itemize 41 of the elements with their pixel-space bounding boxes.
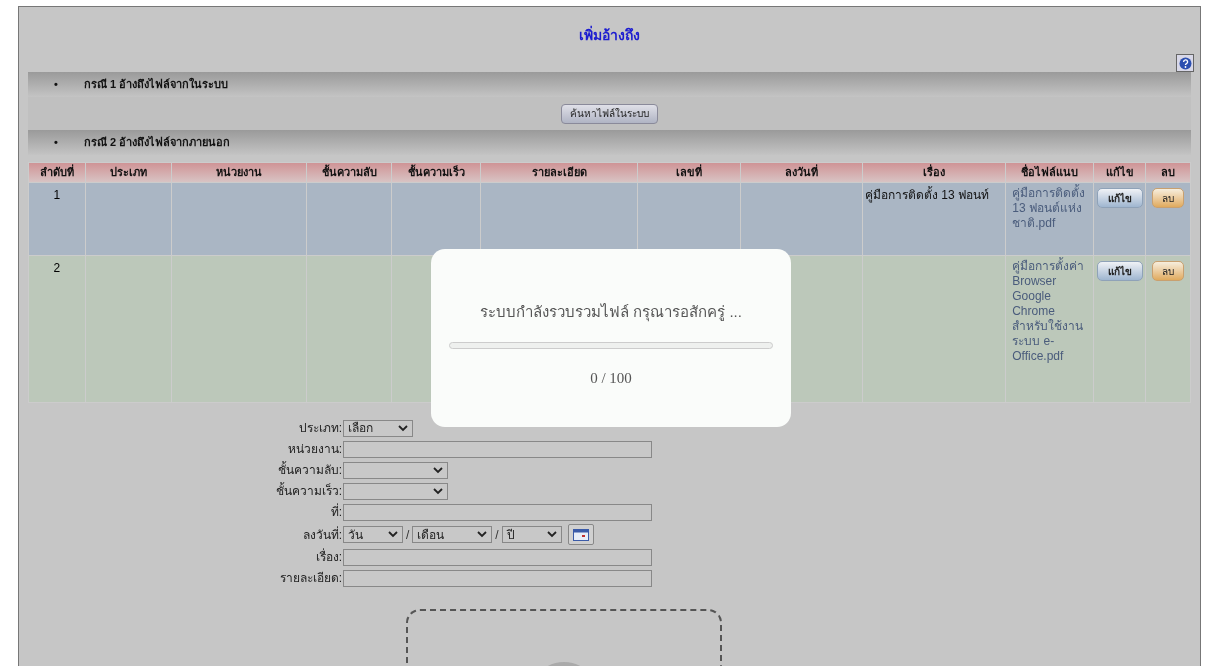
field-label: ประเภท:: [297, 420, 343, 437]
column-header: เรื่อง: [862, 162, 1006, 183]
table-cell: 2: [28, 255, 86, 403]
edit-button[interactable]: แก้ไข: [1096, 261, 1143, 281]
column-header: ประเภท: [85, 162, 172, 183]
column-header: ลงวันที่: [740, 162, 863, 183]
column-header: ลบ: [1145, 162, 1191, 183]
column-header: แก้ไข: [1093, 162, 1146, 183]
field-label: รายละเอียด:: [278, 570, 343, 587]
section-title: กรณี 2 อ้างถึงไฟล์จากภายนอก: [84, 135, 231, 151]
column-header: รายละเอียด: [480, 162, 638, 183]
column-header: หน่วยงาน: [171, 162, 307, 183]
field-label: หน่วยงาน:: [286, 441, 343, 458]
dropdown[interactable]: เลือก: [343, 419, 413, 437]
dropdown[interactable]: ปี: [501, 526, 562, 543]
dropdown[interactable]: เดือน: [412, 526, 493, 543]
column-header: ชั้นความเร็ว: [391, 162, 481, 183]
table-cell: คู่มือการติดตั้ง 13 ฟอนท์: [862, 182, 1006, 256]
column-header: ชั้นความลับ: [306, 162, 392, 183]
delete-button[interactable]: ลบ: [1152, 261, 1184, 281]
field-label: เรื่อง:: [314, 548, 343, 566]
field-label: ชั้นความลับ:: [276, 461, 343, 479]
column-header: เลขที่: [637, 162, 741, 183]
section-title: กรณี 1 อ้างถึงไฟล์จากในระบบ: [84, 76, 229, 93]
search-files-button[interactable]: ค้นหาไฟล์ในระบบ: [561, 103, 658, 124]
column-header: ชื่อไฟล์แนบ: [1005, 162, 1094, 183]
progress-message: ระบบกำลังรวบรวมไฟล์ กรุณารอสักครู่ ...: [480, 302, 742, 324]
table-cell: 1: [28, 182, 86, 256]
delete-button[interactable]: ลบ: [1152, 188, 1184, 208]
column-header: ลำดับที่: [28, 162, 86, 183]
bullet: •: [53, 77, 59, 93]
field-label: ชั้นความเร็ว:: [274, 482, 343, 500]
field-label: ลงวันที่:: [301, 525, 343, 544]
edit-button[interactable]: แก้ไข: [1096, 188, 1143, 208]
page-title: เพิ่มอ้างถึง: [578, 25, 641, 45]
bullet: •: [53, 135, 59, 151]
field-label: ที่:: [329, 503, 343, 521]
date-separator: /: [406, 526, 410, 544]
dropdown[interactable]: วัน: [343, 526, 403, 543]
date-separator: /: [495, 526, 499, 544]
progress-count: 0 / 100: [590, 368, 632, 388]
